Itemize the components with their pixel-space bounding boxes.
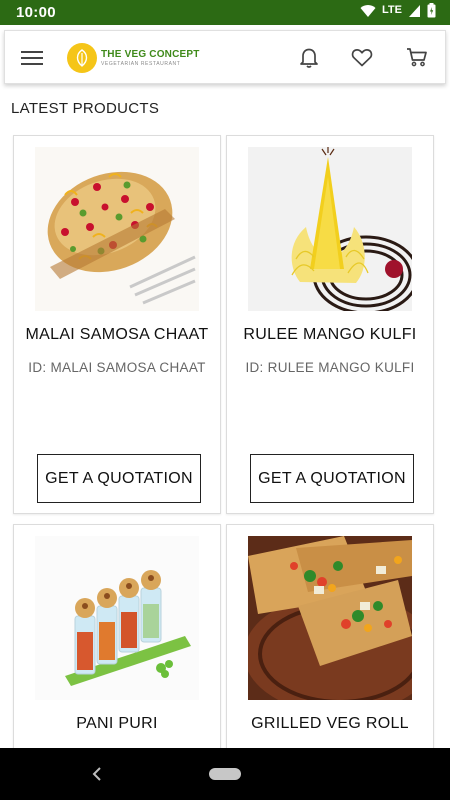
bell-icon[interactable] <box>297 45 321 69</box>
product-name: GRILLED VEG ROLL <box>251 715 409 732</box>
heart-icon[interactable] <box>350 45 374 69</box>
brand-logo[interactable]: THE VEG CONCEPT VEGETARIAN RESTAURANT <box>67 41 200 75</box>
product-name: PANI PURI <box>76 715 158 732</box>
section-title: LATEST PRODUCTS <box>11 100 160 117</box>
home-pill[interactable] <box>209 768 241 780</box>
product-image-pani-puri[interactable] <box>35 536 199 700</box>
product-image-samosa-chaat[interactable] <box>35 147 199 311</box>
product-card[interactable]: PANI PURI <box>13 524 221 764</box>
product-name: RULEE MANGO KULFI <box>243 326 417 343</box>
back-icon[interactable] <box>90 765 104 783</box>
signal-icon <box>409 4 420 17</box>
product-id: ID: RULEE MANGO KULFI <box>245 360 415 375</box>
get-quotation-button[interactable]: GET A QUOTATION <box>37 454 201 503</box>
logo-subtitle: VEGETARIAN RESTAURANT <box>101 61 181 67</box>
product-image-grilled-veg-roll[interactable] <box>248 536 412 700</box>
menu-icon[interactable] <box>21 47 43 67</box>
product-card[interactable]: GRILLED VEG ROLL <box>226 524 434 764</box>
product-id: ID: MALAI SAMOSA CHAAT <box>28 360 206 375</box>
logo-title: THE VEG CONCEPT <box>101 49 200 60</box>
wifi-icon <box>360 4 376 17</box>
status-time: 10:00 <box>16 4 56 21</box>
status-icons: LTE <box>360 3 436 18</box>
get-quotation-button[interactable]: GET A QUOTATION <box>250 454 414 503</box>
network-type: LTE <box>382 4 402 16</box>
leaf-icon <box>67 43 97 73</box>
product-card[interactable]: RULEE MANGO KULFI ID: RULEE MANGO KULFI … <box>226 135 434 514</box>
app-bar: THE VEG CONCEPT VEGETARIAN RESTAURANT <box>4 30 446 84</box>
status-bar: 10:00 LTE <box>0 0 450 25</box>
battery-icon <box>427 3 436 18</box>
system-navigation-bar <box>0 748 450 800</box>
product-image-mango-kulfi[interactable] <box>248 147 412 311</box>
product-name: MALAI SAMOSA CHAAT <box>25 326 209 343</box>
cart-icon[interactable] <box>405 45 429 69</box>
product-card[interactable]: MALAI SAMOSA CHAAT ID: MALAI SAMOSA CHAA… <box>13 135 221 514</box>
